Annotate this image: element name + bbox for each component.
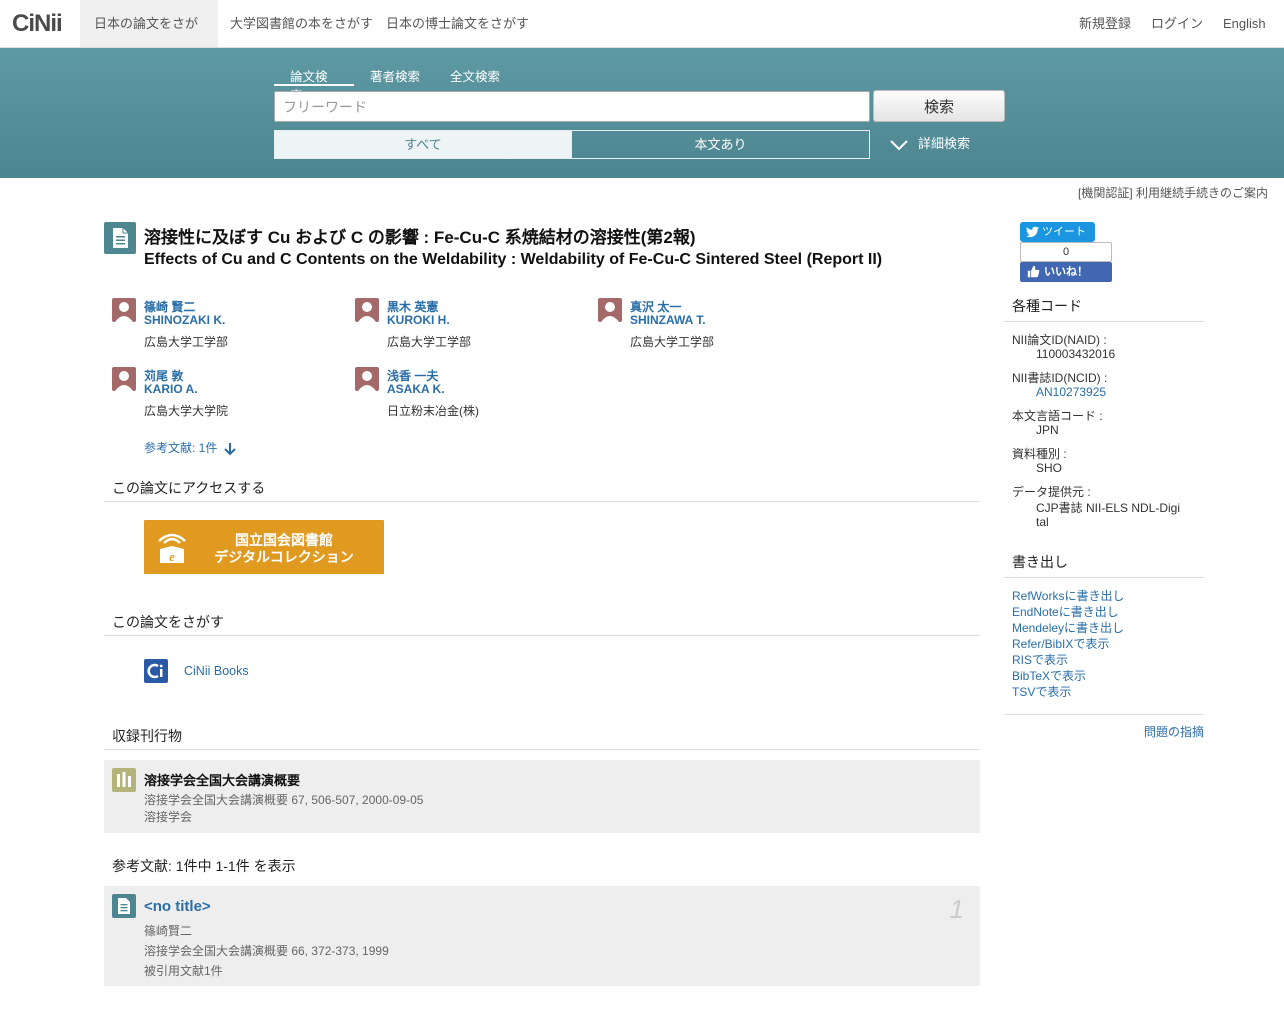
author-name-en[interactable]: SHINZAWA T. xyxy=(630,313,706,327)
journal-heading: 収録刊行物 xyxy=(104,726,980,750)
facebook-like-widget: 0 いいね！ xyxy=(1020,242,1112,282)
register-link[interactable]: 新規登録 xyxy=(1079,0,1131,47)
english-link[interactable]: English xyxy=(1223,0,1266,47)
author-affiliation: 広島大学工学部 xyxy=(144,335,229,349)
reference-document-icon xyxy=(112,894,136,918)
nav-tab-dissertations[interactable]: 日本の博士論文をさがす xyxy=(372,0,543,47)
institution-notice-link[interactable]: [機関認証] 利用継続手続きのご案内 xyxy=(1078,184,1268,201)
code-label: 資料種別 : xyxy=(1012,447,1067,461)
arrow-down-icon xyxy=(224,442,237,456)
author-name-en[interactable]: SHINOZAKI K. xyxy=(144,313,225,327)
nav-tab-articles[interactable]: 日本の論文をさがす xyxy=(80,0,218,78)
journal-detail: 溶接学会全国大会講演概要 67, 506-507, 2000-09-05 xyxy=(144,793,424,807)
twitter-bird-icon xyxy=(1026,226,1039,238)
article-document-icon xyxy=(104,222,136,254)
access-heading: この論文にアクセスする xyxy=(104,478,980,502)
reference-detail: 溶接学会全国大会講演概要 66, 372-373, 1999 xyxy=(144,944,389,958)
code-label: NII論文ID(NAID) : xyxy=(1012,333,1107,347)
fb-like-count: 0 xyxy=(1020,242,1112,262)
author-name-en[interactable]: ASAKA K. xyxy=(387,382,445,396)
export-refworks-link[interactable]: RefWorksに書き出し xyxy=(1012,587,1124,604)
export-bibtex-link[interactable]: BibTeXで表示 xyxy=(1012,667,1086,684)
code-value-language: JPN xyxy=(1036,423,1059,437)
fb-like-label: いいね！ xyxy=(1044,266,1088,278)
svg-text:e: e xyxy=(169,549,175,564)
author-affiliation: 広島大学工学部 xyxy=(387,335,472,349)
ndl-label-line2: デジタルコレクション xyxy=(214,549,354,565)
search-tab-fulltext[interactable]: 全文検索 xyxy=(434,66,516,86)
code-value-provider-cont: tal xyxy=(1036,515,1049,529)
reference-number: 1 xyxy=(949,894,964,924)
search-tab-authors[interactable]: 著者検索 xyxy=(354,66,436,86)
fb-like-button[interactable]: いいね！ xyxy=(1020,262,1112,282)
code-label: データ提供元 : xyxy=(1012,485,1091,499)
journal-bars-icon xyxy=(112,768,136,792)
code-value-naid: 110003432016 xyxy=(1036,347,1116,361)
code-value-ncid-link[interactable]: AN10273925 xyxy=(1036,385,1106,399)
export-endnote-link[interactable]: EndNoteに書き出し xyxy=(1012,603,1119,620)
reference-title-link[interactable]: <no title> xyxy=(144,898,211,915)
references-jump-link[interactable]: 参考文献: 1件 xyxy=(144,439,237,456)
filter-all[interactable]: すべて xyxy=(274,130,572,159)
chevron-down-icon xyxy=(890,139,908,150)
person-icon xyxy=(112,298,136,322)
person-icon xyxy=(112,367,136,391)
code-value-type: SHO xyxy=(1036,461,1063,475)
export-tsv-link[interactable]: TSVで表示 xyxy=(1012,683,1071,700)
cinii-books-icon[interactable] xyxy=(144,659,168,683)
journal-publisher: 溶接学会 xyxy=(144,810,193,824)
code-label: 本文言語コード : xyxy=(1012,409,1103,423)
reference-cited-count: 被引用文献1件 xyxy=(144,964,223,978)
search-button[interactable]: 検索 xyxy=(873,90,1005,122)
search-tab-articles[interactable]: 論文検索 xyxy=(274,66,354,103)
author-name-en[interactable]: KARIO A. xyxy=(144,382,198,396)
top-navbar: CiNii 日本の論文をさがす 大学図書館の本をさがす 日本の博士論文をさがす … xyxy=(0,0,1284,78)
export-mendeley-link[interactable]: Mendeleyに書き出し xyxy=(1012,619,1124,636)
reference-author: 篠崎賢二 xyxy=(144,924,193,938)
author-affiliation: 日立粉末冶金(株) xyxy=(387,404,479,418)
author-affiliation: 広島大学工学部 xyxy=(630,335,715,349)
person-icon xyxy=(355,298,379,322)
journal-title[interactable]: 溶接学会全国大会講演概要 xyxy=(144,770,300,789)
person-icon xyxy=(355,367,379,391)
filter-fulltext[interactable]: 本文あり xyxy=(571,130,870,159)
author-affiliation: 広島大学大学院 xyxy=(144,404,229,418)
search-input[interactable] xyxy=(274,91,870,122)
article-title-ja: 溶接性に及ぼす Cu および C の影響 : Fe-Cu-C 系焼結材の溶接性(… xyxy=(144,228,696,247)
advanced-search-label: 詳細検索 xyxy=(918,136,971,151)
cinii-books-link[interactable]: CiNii Books xyxy=(184,664,249,678)
sidebar-divider xyxy=(1004,714,1204,715)
journal-card: 溶接学会全国大会講演概要 溶接学会全国大会講演概要 67, 506-507, 2… xyxy=(104,760,980,833)
ndl-library-icon: e xyxy=(158,533,186,564)
author-name-en[interactable]: KUROKI H. xyxy=(387,313,450,327)
thumbs-up-icon xyxy=(1027,265,1040,278)
codes-heading: 各種コード xyxy=(1004,296,1204,322)
references-jump-label: 参考文献: 1件 xyxy=(144,441,218,455)
find-heading: この論文をさがす xyxy=(104,612,980,636)
article-title-en: Effects of Cu and C Contents on the Weld… xyxy=(144,251,883,268)
export-heading: 書き出し xyxy=(1004,552,1204,578)
login-link[interactable]: ログイン xyxy=(1151,0,1203,47)
cinii-logo[interactable]: CiNii xyxy=(12,10,63,38)
ndl-digital-collection-button[interactable]: e 国立国会図書館 デジタルコレクション xyxy=(144,520,384,574)
code-label: NII書誌ID(NCID) : xyxy=(1012,371,1108,385)
code-value-provider: CJP書誌 NII-ELS NDL-Digi xyxy=(1036,501,1181,515)
nav-tab-books[interactable]: 大学図書館の本をさがす xyxy=(216,0,387,47)
tweet-label: ツイート xyxy=(1042,226,1086,238)
person-icon xyxy=(598,298,622,322)
report-problem-link[interactable]: 問題の指摘 xyxy=(1144,723,1204,740)
references-heading: 参考文献: 1件中 1-1件 を表示 xyxy=(112,858,296,874)
export-ris-link[interactable]: RISで表示 xyxy=(1012,651,1068,668)
export-refer-link[interactable]: Refer/BibIXで表示 xyxy=(1012,635,1109,652)
reference-item: <no title> 篠崎賢二 溶接学会全国大会講演概要 66, 372-373… xyxy=(104,886,980,986)
search-band: 論文検索 著者検索 全文検索 検索 すべて 本文あり 詳細検索 xyxy=(0,48,1284,178)
tweet-button[interactable]: ツイート xyxy=(1020,222,1095,242)
advanced-search-toggle[interactable]: 詳細検索 xyxy=(890,134,970,156)
